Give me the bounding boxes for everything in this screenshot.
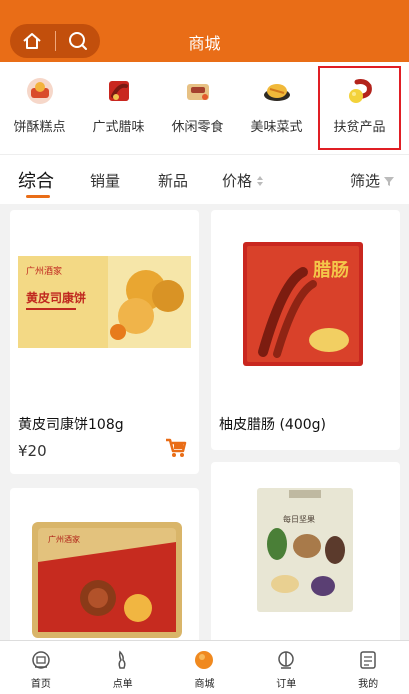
- sort-arrows-icon: [257, 175, 264, 186]
- filter-icon: [384, 176, 395, 186]
- product-card[interactable]: 腊肠 柚皮腊肠 (400g): [211, 210, 400, 450]
- sort-price-label: 价格: [222, 172, 253, 190]
- product-name: 黄皮司康饼108g: [18, 417, 124, 433]
- category-dishes[interactable]: 美味菜式: [237, 62, 316, 154]
- orders-icon: [278, 651, 295, 669]
- bottom-tab-bar: 首页 点单 商城 订单 我的: [0, 640, 409, 694]
- sort-sales[interactable]: 销量: [90, 170, 120, 191]
- sausage-icon: [108, 81, 129, 101]
- product-card[interactable]: 广州酒家: [10, 488, 199, 640]
- svg-text:广州酒家: 广州酒家: [48, 534, 80, 544]
- svg-text:黄皮司康饼: 黄皮司康饼: [26, 290, 86, 305]
- filter-label: 筛选: [350, 172, 381, 190]
- product-image: 广州酒家: [32, 522, 182, 638]
- tab-order-food[interactable]: 点单: [82, 641, 164, 694]
- sort-active-indicator: [26, 195, 50, 198]
- product-name: 柚皮腊肠 (400g): [219, 417, 326, 433]
- snack-icon: [186, 84, 209, 100]
- product-grid: 广州酒家 黄皮司康饼 黄皮司康饼108g ¥20 腊肠 柚皮腊肠 (400g) …: [0, 204, 409, 640]
- svg-text:每日坚果: 每日坚果: [283, 514, 315, 524]
- add-to-cart-button[interactable]: [165, 438, 187, 458]
- filter-button[interactable]: 筛选: [350, 170, 395, 191]
- pastry-icon: [26, 78, 53, 104]
- tab-orders[interactable]: 订单: [245, 641, 327, 694]
- app-root: 商城 饼酥糕点 广式腊味 休闲零食 美味菜式 扶贫产品 综合 销量 新品 价格 …: [0, 0, 409, 694]
- poverty-aid-icon: [348, 79, 372, 103]
- sort-bar: 综合 销量 新品 价格 筛选: [0, 154, 409, 204]
- dish-icon: [263, 84, 290, 101]
- sort-new[interactable]: 新品: [158, 170, 188, 191]
- product-card[interactable]: 每日坚果: [211, 462, 400, 640]
- tab-profile[interactable]: 我的: [327, 641, 409, 694]
- home-icon: [32, 651, 50, 669]
- category-poverty-aid[interactable]: 扶贫产品: [318, 66, 401, 150]
- product-price: ¥20: [18, 442, 47, 460]
- svg-text:广州酒家: 广州酒家: [26, 265, 62, 277]
- category-pastry[interactable]: 饼酥糕点: [0, 62, 79, 154]
- product-image: 腊肠: [243, 242, 363, 366]
- svg-text:腊肠: 腊肠: [313, 260, 349, 281]
- mall-icon: [195, 651, 214, 669]
- profile-icon: [360, 651, 376, 669]
- tab-home[interactable]: 首页: [0, 641, 82, 694]
- category-sausage[interactable]: 广式腊味: [79, 62, 158, 154]
- product-card[interactable]: 广州酒家 黄皮司康饼 黄皮司康饼108g ¥20: [10, 210, 199, 474]
- sort-price[interactable]: 价格: [222, 170, 265, 191]
- page-title: 商城: [188, 34, 221, 53]
- tab-mall[interactable]: 商城: [164, 641, 246, 694]
- header-bar: 商城: [0, 0, 409, 62]
- category-snacks[interactable]: 休闲零食: [158, 62, 237, 154]
- product-image: 广州酒家 黄皮司康饼: [18, 256, 191, 348]
- order-food-icon: [118, 650, 126, 669]
- sort-comprehensive[interactable]: 综合: [18, 167, 54, 193]
- product-image: 每日坚果: [257, 488, 353, 612]
- category-nav: 饼酥糕点 广式腊味 休闲零食 美味菜式 扶贫产品: [0, 62, 409, 154]
